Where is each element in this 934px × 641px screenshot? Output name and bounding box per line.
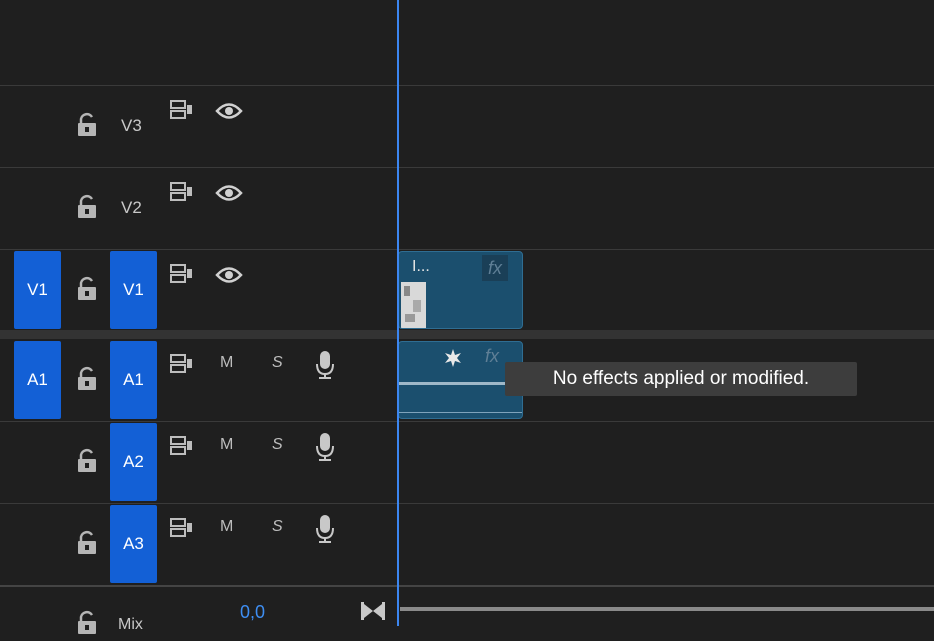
track-target-a2[interactable]: A2 [110,423,157,501]
solo-button[interactable]: S [272,436,283,454]
solo-button[interactable]: S [272,354,283,372]
sync-lock-icon[interactable] [170,518,194,543]
track-separator [0,421,934,422]
sync-lock-icon[interactable] [170,100,194,125]
playhead[interactable] [397,0,399,626]
track-label-v3: V3 [121,116,142,135]
eye-icon[interactable] [215,101,243,126]
microphone-icon[interactable] [314,514,336,549]
microphone-icon[interactable] [314,350,336,385]
lock-icon[interactable] [76,448,98,479]
video-clip[interactable]: I... fx [398,251,523,329]
eye-icon[interactable] [215,265,243,290]
sync-lock-icon[interactable] [170,264,194,289]
track-separator [0,503,934,504]
mute-button[interactable]: M [220,436,233,454]
mix-track-level-line [400,607,934,611]
track-target-a3[interactable]: A3 [110,505,157,583]
sync-lock-icon[interactable] [170,354,194,379]
lock-icon[interactable] [76,366,98,397]
effect-star-icon [443,348,463,373]
go-to-in-out-icon[interactable] [361,602,385,625]
audio-waveform [399,412,522,413]
track-target-a1[interactable]: A1 [110,341,157,419]
tooltip: No effects applied or modified. [505,362,857,396]
lock-icon[interactable] [76,530,98,561]
clip-thumbnail [401,282,426,328]
track-target-v1[interactable]: V1 [110,251,157,329]
clip-name: I... [412,258,430,275]
mute-button[interactable]: M [220,518,233,536]
lock-icon[interactable] [76,194,98,225]
lock-icon[interactable] [76,112,98,143]
track-label-v2: V2 [121,198,142,217]
sync-lock-icon[interactable] [170,436,194,461]
track-separator [0,85,934,86]
fx-badge[interactable]: fx [485,346,499,367]
mix-volume-value[interactable]: 0,0 [240,602,265,623]
microphone-icon[interactable] [314,432,336,467]
video-audio-divider[interactable] [0,330,934,339]
solo-button[interactable]: S [272,518,283,536]
sync-lock-icon[interactable] [170,182,194,207]
track-separator [0,167,934,168]
track-separator [0,249,934,250]
fx-badge[interactable]: fx [482,255,508,281]
mix-label: Mix [118,616,143,633]
mute-button[interactable]: M [220,354,233,372]
lock-icon[interactable] [76,276,98,307]
source-patch-a1[interactable]: A1 [14,341,61,419]
source-patch-v1[interactable]: V1 [14,251,61,329]
track-separator [0,585,934,587]
eye-icon[interactable] [215,183,243,208]
